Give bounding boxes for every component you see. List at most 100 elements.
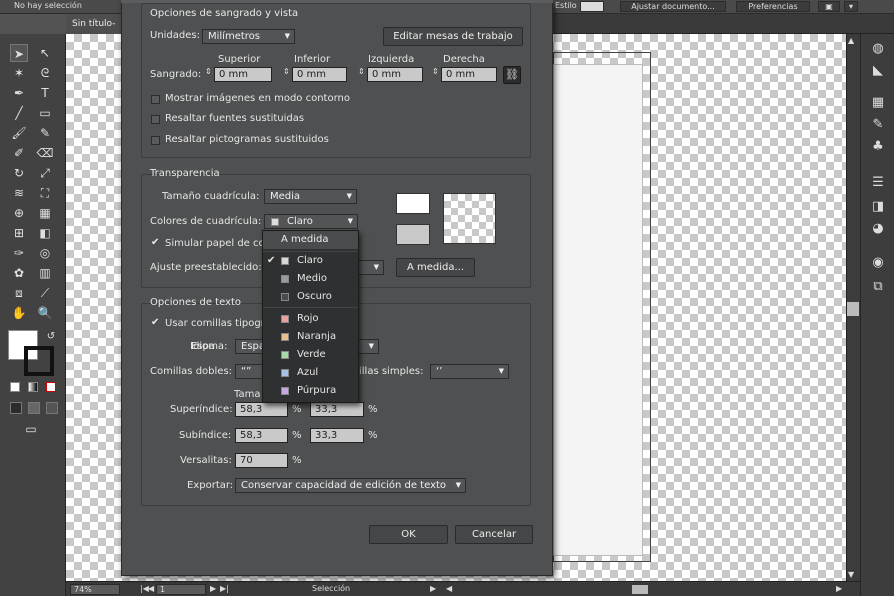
grid-color-swatch-dark[interactable] (396, 224, 430, 245)
superscript-size-input[interactable]: 58,3 (235, 402, 288, 417)
zoom-tool-icon[interactable]: 🔍 (36, 304, 54, 322)
dropdown-item-custom[interactable]: A medida (263, 231, 358, 249)
warp-tool-icon[interactable]: ≋ (10, 184, 28, 202)
subscript-size-input[interactable]: 58,3 (235, 428, 288, 443)
line-tool-icon[interactable]: ╱ (10, 104, 28, 122)
single-quotes-select[interactable]: ‘’ ▼ (430, 364, 509, 379)
scroll-down-icon[interactable]: ▼ (848, 570, 854, 579)
preferences-button[interactable]: Preferencias (736, 1, 810, 12)
rectangle-tool-icon[interactable]: ▭ (36, 104, 54, 122)
free-transform-tool-icon[interactable]: ⛶ (36, 184, 54, 202)
selection-tool-icon[interactable]: ➤ (10, 44, 28, 62)
prev-page-icon[interactable]: ◀ (148, 584, 154, 593)
color-panel-icon[interactable]: ◍ (869, 40, 887, 58)
highlight-glyphs-checkbox[interactable] (151, 136, 160, 145)
typographic-quotes-label[interactable]: Usar comillas tipogr (165, 318, 265, 329)
units-select[interactable]: Milímetros ▼ (202, 29, 295, 44)
scroll-up-icon[interactable]: ▲ (848, 36, 854, 45)
type-tool-icon[interactable]: T (36, 84, 54, 102)
paintbrush-tool-icon[interactable]: 🖌 (10, 124, 28, 142)
hscroll-right-icon[interactable]: ▶ (836, 584, 842, 593)
outline-images-checkbox[interactable] (151, 95, 160, 104)
swatches-panel-icon[interactable]: ▦ (869, 94, 887, 112)
document-setup-button[interactable]: Ajustar documento... (620, 1, 726, 12)
gradient-panel-icon[interactable]: ◨ (869, 198, 887, 216)
double-quotes-select[interactable]: “” (235, 364, 263, 379)
zoom-field[interactable]: 74% (70, 584, 120, 595)
style-swatch[interactable] (580, 1, 604, 12)
tab-document[interactable]: Sin título- (66, 14, 126, 34)
dropdown-item-7[interactable]: Púrpura (263, 382, 358, 400)
slice-tool-icon[interactable]: ⟋ (36, 284, 54, 302)
stroke-panel-icon[interactable]: ☰ (869, 174, 887, 192)
none-mode-icon[interactable] (46, 382, 56, 392)
eyedropper-tool-icon[interactable]: ✑ (10, 244, 28, 262)
simulate-paper-label[interactable]: Simular papel de co (165, 238, 265, 249)
draw-behind-icon[interactable] (28, 402, 40, 414)
dropdown-item-0[interactable]: ✔ Claro (263, 252, 358, 270)
stepper-icon[interactable]: ⇕ (432, 67, 439, 76)
hscroll-thumb[interactable] (632, 585, 648, 594)
draw-normal-icon[interactable] (10, 402, 22, 414)
artboard-tool-icon[interactable]: ⧈ (10, 284, 28, 302)
screen-mode-icon[interactable]: ▭ (22, 420, 40, 438)
next-page-icon[interactable]: ▶ (210, 584, 216, 593)
perspective-grid-tool-icon[interactable]: ▦ (36, 204, 54, 222)
swap-colors-icon[interactable]: ↺ (42, 328, 60, 346)
color-guide-icon[interactable]: ◣ (869, 62, 887, 80)
hscroll-left-icon[interactable]: ◀ (446, 584, 452, 593)
grid-colors-select[interactable]: Claro ▼ (264, 214, 358, 229)
gradient-mode-icon[interactable] (28, 382, 38, 392)
bleed-right-input[interactable]: 0 mm (441, 67, 497, 82)
bleed-top-input[interactable]: 0 mm (214, 67, 272, 82)
grid-color-swatch-light[interactable] (396, 193, 430, 214)
blob-brush-tool-icon[interactable]: ✐ (10, 144, 28, 162)
symbols-panel-icon[interactable]: ♣ (869, 138, 887, 156)
page-field[interactable]: 1 (156, 584, 206, 595)
magic-wand-tool-icon[interactable]: ✶ (10, 64, 28, 82)
dropdown-item-5[interactable]: Verde (263, 346, 358, 364)
graphic-styles-panel-icon[interactable]: ⧉ (869, 278, 887, 296)
custom-preset-button[interactable]: A medida... (396, 258, 475, 277)
smallcaps-input[interactable]: 70 (235, 453, 288, 468)
stepper-icon[interactable]: ⇕ (205, 67, 212, 76)
gradient-tool-icon[interactable]: ◧ (36, 224, 54, 242)
mesh-tool-icon[interactable]: ⊞ (10, 224, 28, 242)
edit-artboards-button[interactable]: Editar mesas de trabajo (383, 27, 523, 46)
cancel-button[interactable]: Cancelar (455, 525, 533, 544)
preset-select[interactable]: ▼ (358, 260, 384, 275)
dropdown-item-2[interactable]: Oscuro (263, 288, 358, 306)
scrollbar-thumb[interactable] (847, 302, 859, 316)
bleed-left-input[interactable]: 0 mm (367, 67, 423, 82)
status-menu-icon[interactable]: ▶ (430, 584, 436, 593)
export-select[interactable]: Conservar capacidad de edición de texto ▼ (235, 478, 466, 493)
eraser-tool-icon[interactable]: ⌫ (36, 144, 54, 162)
stepper-icon[interactable]: ⇕ (358, 67, 365, 76)
stroke-swatch[interactable] (24, 346, 54, 376)
subscript-position-input[interactable]: 33,3 (310, 428, 364, 443)
ok-button[interactable]: OK (369, 525, 448, 544)
shape-builder-tool-icon[interactable]: ⊕ (10, 204, 28, 222)
draw-inside-icon[interactable] (46, 402, 58, 414)
lasso-tool-icon[interactable]: ᘓ (36, 64, 54, 82)
grid-size-select[interactable]: Media ▼ (264, 189, 357, 204)
bleed-bottom-input[interactable]: 0 mm (292, 67, 347, 82)
symbol-sprayer-tool-icon[interactable]: ✿ (10, 264, 28, 282)
link-chain-icon[interactable]: ⛓ (503, 66, 521, 84)
superscript-position-input[interactable]: 33,3 (310, 402, 364, 417)
menu-chevron-icon[interactable]: ▾ (844, 1, 858, 12)
dropdown-item-4[interactable]: Naranja (263, 328, 358, 346)
transparency-panel-icon[interactable]: ◕ (869, 220, 887, 238)
dropdown-item-6[interactable]: Azul (263, 364, 358, 382)
appearance-panel-icon[interactable]: ◉ (869, 254, 887, 272)
highlight-fonts-checkbox[interactable] (151, 115, 160, 124)
last-page-icon[interactable]: ▶| (220, 584, 229, 593)
dropdown-item-1[interactable]: Medio (263, 270, 358, 288)
rotate-tool-icon[interactable]: ↻ (10, 164, 28, 182)
hand-tool-icon[interactable]: ✋ (10, 304, 28, 322)
pencil-tool-icon[interactable]: ✎ (36, 124, 54, 142)
column-graph-tool-icon[interactable]: ▥ (36, 264, 54, 282)
direct-selection-tool-icon[interactable]: ↖ (36, 44, 54, 62)
arrange-icon[interactable]: ▣ (818, 1, 840, 12)
scale-tool-icon[interactable]: ⤢ (36, 164, 54, 182)
